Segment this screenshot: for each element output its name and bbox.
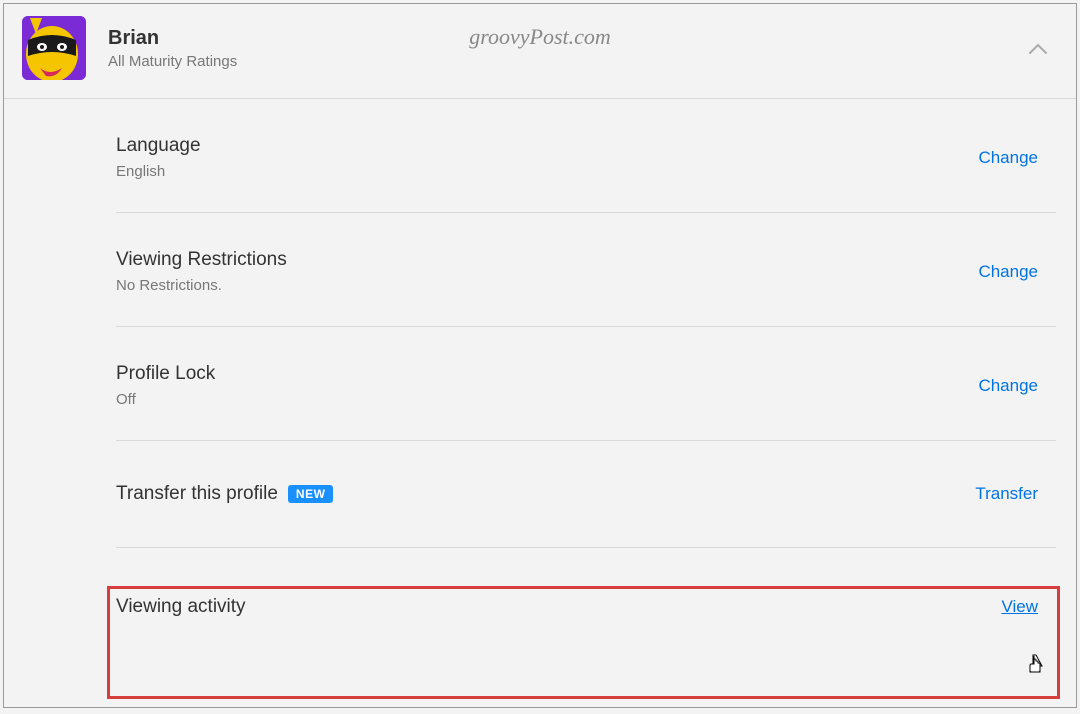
settings-list: Language English Change Viewing Restrict… [116, 99, 1056, 660]
viewing-activity-view-link[interactable]: View [1001, 597, 1038, 617]
profile-lock-title: Profile Lock [116, 363, 215, 385]
settings-panel: groovyPost.com Brian All Maturity Rating… [3, 3, 1077, 708]
setting-transfer: Transfer this profile NEW Transfer [116, 441, 1056, 548]
setting-profile-lock: Profile Lock Off Change [116, 327, 1056, 441]
profile-header[interactable]: Brian All Maturity Ratings [4, 4, 1076, 99]
chevron-up-icon[interactable] [1028, 42, 1048, 60]
viewing-activity-title: Viewing activity [116, 596, 246, 618]
profile-maturity: All Maturity Ratings [108, 53, 237, 70]
setting-language: Language English Change [116, 99, 1056, 213]
profile-lock-value: Off [116, 391, 215, 408]
profile-avatar[interactable] [22, 16, 86, 80]
transfer-title-text: Transfer this profile [116, 483, 278, 505]
setting-viewing-activity: Viewing activity View [116, 548, 1056, 660]
profile-name: Brian [108, 27, 237, 50]
new-badge: NEW [288, 485, 334, 503]
avatar-image [22, 16, 86, 80]
language-title: Language [116, 135, 201, 157]
language-value: English [116, 163, 201, 180]
transfer-link[interactable]: Transfer [975, 484, 1038, 504]
transfer-title: Transfer this profile NEW [116, 483, 333, 505]
restrictions-title: Viewing Restrictions [116, 249, 287, 271]
profile-lock-change-link[interactable]: Change [978, 376, 1038, 396]
profile-info: Brian All Maturity Ratings [108, 27, 237, 70]
restrictions-value: No Restrictions. [116, 277, 287, 294]
setting-restrictions: Viewing Restrictions No Restrictions. Ch… [116, 213, 1056, 327]
restrictions-change-link[interactable]: Change [978, 262, 1038, 282]
language-change-link[interactable]: Change [978, 148, 1038, 168]
